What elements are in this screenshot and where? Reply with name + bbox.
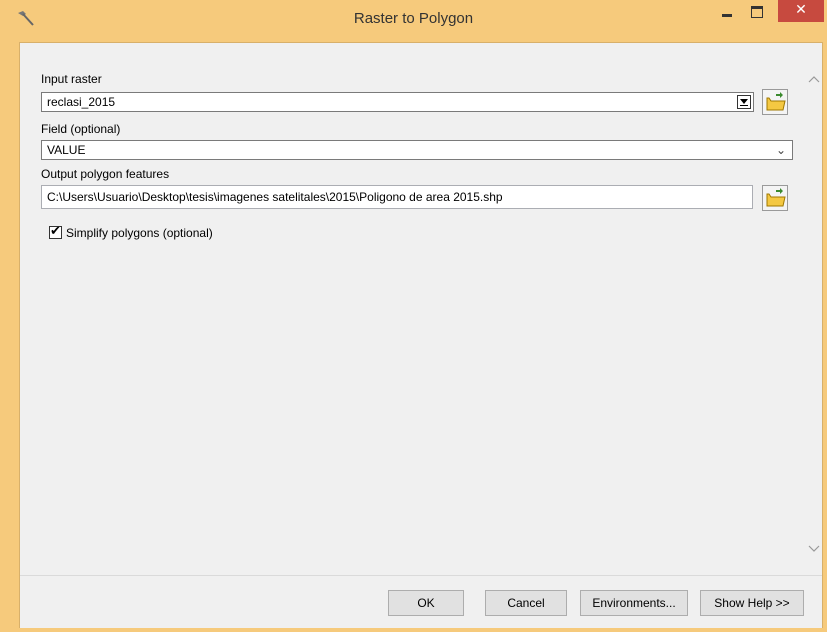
input-raster-browse-button[interactable] (762, 89, 788, 115)
input-raster-combo[interactable]: reclasi_2015 (41, 92, 754, 112)
checkmark-icon: ✔ (50, 224, 61, 239)
simplify-label: Simplify polygons (optional) (66, 226, 213, 240)
title-bar[interactable]: Raster to Polygon ✕ (0, 0, 827, 42)
dialog-body: Input raster reclasi_2015 Field (optiona… (19, 42, 823, 628)
window-title: Raster to Polygon (353, 10, 474, 27)
raster-to-polygon-dialog: Raster to Polygon ✕ Input raster reclasi… (0, 0, 827, 632)
input-raster-value: reclasi_2015 (47, 95, 116, 109)
close-icon: ✕ (795, 2, 807, 18)
chevron-down-icon: ⌄ (775, 143, 786, 157)
scroll-down-icon[interactable] (806, 541, 822, 557)
minimize-icon (722, 14, 732, 17)
input-raster-label: Input raster (41, 72, 102, 86)
close-button[interactable]: ✕ (778, 0, 824, 22)
cancel-button[interactable]: Cancel (485, 590, 567, 616)
minimize-button[interactable] (712, 0, 742, 22)
scroll-up-icon[interactable] (806, 71, 822, 87)
environments-button[interactable]: Environments... (580, 590, 688, 616)
output-features-label: Output polygon features (41, 167, 170, 181)
simplify-checkbox[interactable]: ✔ (49, 224, 62, 239)
output-features-input[interactable]: C:\Users\Usuario\Desktop\tesis\imagenes … (41, 185, 753, 209)
maximize-icon (751, 6, 763, 18)
ok-button[interactable]: OK (388, 590, 464, 616)
field-value: VALUE (47, 143, 86, 157)
maximize-button[interactable] (742, 0, 772, 22)
field-select[interactable]: VALUE ⌄ (41, 140, 793, 160)
dropdown-arrow-icon[interactable] (737, 95, 751, 109)
output-browse-button[interactable] (762, 185, 788, 211)
open-folder-icon (766, 92, 786, 111)
field-label: Field (optional) (41, 122, 121, 136)
show-help-button[interactable]: Show Help >> (700, 590, 804, 616)
open-folder-icon (766, 188, 786, 207)
